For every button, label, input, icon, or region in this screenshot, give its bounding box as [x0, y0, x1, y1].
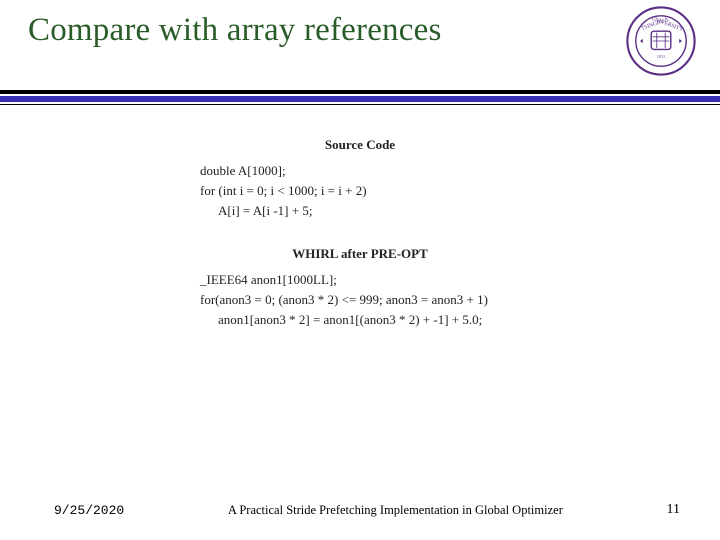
svg-text:1911: 1911: [657, 54, 665, 59]
footer-date: 9/25/2020: [54, 503, 124, 518]
code-line: for(anon3 = 0; (anon3 * 2) <= 999; anon3…: [200, 290, 520, 310]
tsinghua-seal-icon: TSINGHUA UNIVERSITY 1911: [626, 6, 696, 76]
code-figure: Source Code double A[1000]; for (int i =…: [200, 135, 520, 330]
slide-title: Compare with array references: [28, 12, 696, 49]
code-line: for (int i = 0; i < 1000; i = i + 2): [200, 181, 520, 201]
footer-title: A Practical Stride Prefetching Implement…: [124, 503, 666, 518]
page-number: 11: [667, 502, 680, 518]
whirl-heading: WHIRL after PRE-OPT: [200, 244, 520, 264]
code-line: double A[1000];: [200, 161, 520, 181]
code-line: _IEEE64 anon1[1000LL];: [200, 270, 520, 290]
code-line: anon1[anon3 * 2] = anon1[(anon3 * 2) + -…: [200, 310, 520, 330]
code-line: A[i] = A[i -1] + 5;: [200, 201, 520, 221]
slide-header: Compare with array references TSINGHUA U…: [0, 0, 720, 86]
divider-rule: [0, 90, 720, 105]
slide-body: Source Code double A[1000]; for (int i =…: [0, 105, 720, 330]
source-code-heading: Source Code: [200, 135, 520, 155]
slide-footer: 9/25/2020 A Practical Stride Prefetching…: [0, 502, 720, 518]
